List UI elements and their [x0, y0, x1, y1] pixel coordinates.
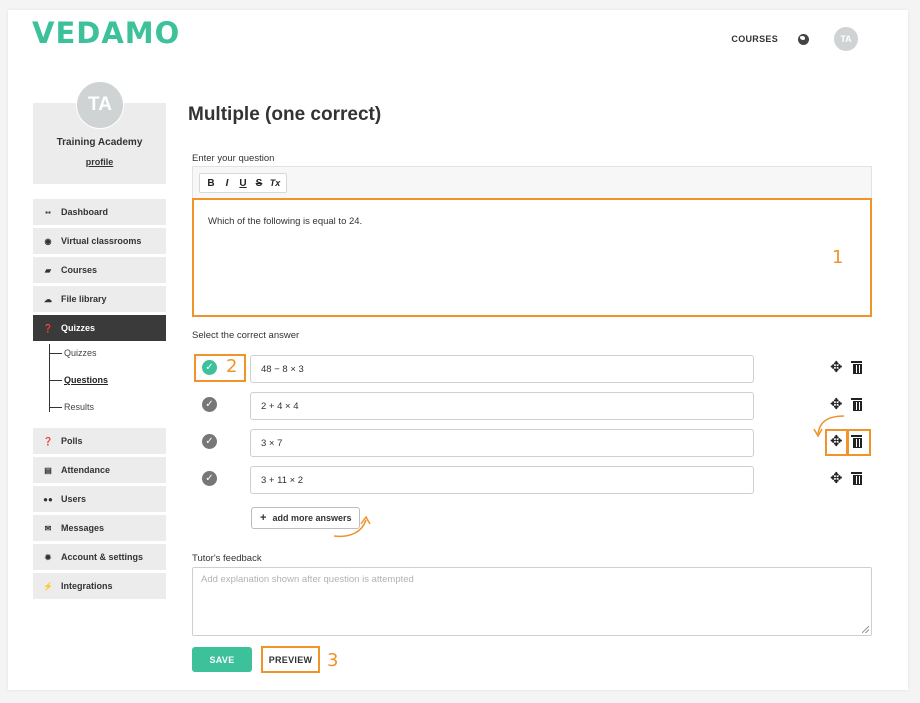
sidebar-item-polls[interactable]: ❓ Polls [33, 428, 166, 454]
sidebar-item-label: File library [61, 294, 107, 304]
cloud-upload-icon: ☁ [44, 294, 52, 304]
answer-row: ✓ 3 + 11 × 2 ✥ [192, 466, 872, 494]
sidebar-item-quizzes[interactable]: ❓ Quizzes [33, 315, 166, 341]
sidebar-item-integrations[interactable]: ⚡ Integrations [33, 573, 166, 599]
move-icon[interactable]: ✥ [830, 359, 843, 377]
italic-button[interactable]: I [219, 178, 235, 189]
annotation-marker-2: 2 [226, 356, 238, 377]
plug-icon: ⚡ [43, 581, 53, 591]
question-label: Enter your question [192, 153, 275, 164]
check-circle-icon[interactable]: ✓ [202, 397, 217, 412]
answer-row: ✓ 2 + 4 × 4 ✥ [192, 392, 872, 420]
sidebar-menu: ▪▪ Dashboard ◉ Virtual classrooms ▰ Cour… [33, 199, 166, 602]
annotation-marker-3: 3 [327, 650, 339, 671]
sidebar-item-messages[interactable]: ✉ Messages [33, 515, 166, 541]
gear-icon: ✹ [44, 552, 52, 562]
underline-button[interactable]: U [235, 178, 251, 189]
feedback-label: Tutor's feedback [192, 553, 262, 564]
sidebar-item-label: Attendance [61, 465, 111, 475]
sidebar-item-label: Account & settings [61, 552, 144, 562]
tutor-feedback-textarea[interactable] [192, 567, 872, 636]
sidebar-item-courses[interactable]: ▰ Courses [33, 257, 166, 283]
profile-link[interactable]: profile [33, 157, 166, 167]
sidebar-item-attendance[interactable]: ▤ Attendance [33, 457, 166, 483]
editor-toolbar: B I U S Tx [192, 166, 872, 198]
curved-arrow-icon [333, 515, 371, 538]
answer-input[interactable]: 2 + 4 × 4 [250, 392, 754, 420]
question-text: Which of the following is equal to 24. [208, 216, 363, 227]
answers-label: Select the correct answer [192, 330, 300, 341]
envelope-icon: ✉ [44, 523, 52, 533]
sidebar-item-dashboard[interactable]: ▪▪ Dashboard [33, 199, 166, 225]
virtual-classrooms-icon: ◉ [44, 236, 52, 246]
sidebar-item-virtual-classrooms[interactable]: ◉ Virtual classrooms [33, 228, 166, 254]
correct-answer-highlight [194, 354, 246, 382]
courses-nav-link[interactable]: COURSES [731, 34, 778, 44]
quizzes-submenu: Quizzes Questions Results [33, 344, 166, 425]
save-button[interactable]: SAVE [192, 647, 252, 672]
sidebar-item-label: Virtual classrooms [61, 236, 142, 246]
dashboard-icon: ▪▪ [45, 207, 51, 217]
format-button-group: B I U S Tx [199, 173, 287, 193]
trash-icon[interactable] [851, 398, 862, 411]
move-icon[interactable]: ✥ [830, 470, 843, 488]
bold-button[interactable]: B [203, 178, 219, 189]
sidebar-item-label: Messages [61, 523, 105, 533]
user-avatar[interactable]: TA [834, 27, 858, 51]
answer-input[interactable]: 3 × 7 [250, 429, 754, 457]
sidebar-item-label: Quizzes [61, 323, 96, 333]
answer-input[interactable]: 48 − 8 × 3 [250, 355, 754, 383]
check-circle-icon[interactable]: ✓ [202, 471, 217, 486]
submenu-item-quizzes[interactable]: Quizzes [49, 348, 97, 358]
profile-avatar: TA [76, 81, 124, 129]
curved-arrow-icon [813, 415, 845, 438]
clear-formatting-button[interactable]: Tx [267, 178, 283, 188]
trash-icon[interactable] [851, 361, 862, 374]
question-editor[interactable]: Which of the following is equal to 24. [192, 198, 872, 317]
check-circle-icon[interactable]: ✓ [202, 434, 217, 449]
globe-icon[interactable] [798, 33, 809, 45]
sidebar-item-label: Courses [61, 265, 98, 275]
document-icon: ▤ [44, 465, 52, 475]
answer-row: ✓ 3 × 7 ✥ [192, 429, 872, 457]
book-icon: ▰ [44, 265, 52, 275]
profile-name: Training Academy [56, 137, 143, 148]
profile-card: TA Training Academy profile [33, 81, 166, 184]
sidebar-item-file-library[interactable]: ☁ File library [33, 286, 166, 312]
users-icon: ●● [43, 494, 53, 504]
sidebar-item-label: Users [61, 494, 87, 504]
question-circle-icon: ❓ [43, 323, 53, 333]
sidebar-item-label: Polls [61, 436, 83, 446]
question-circle-icon: ❓ [43, 436, 53, 446]
preview-button[interactable]: PREVIEW [261, 646, 320, 673]
top-navigation: COURSES TA [731, 27, 858, 51]
answer-row: ✓ 48 − 8 × 3 ✥ [192, 355, 872, 383]
sidebar-item-users[interactable]: ●● Users [33, 486, 166, 512]
plus-icon: + [260, 512, 267, 524]
strikethrough-button[interactable]: S [251, 178, 267, 189]
sidebar-item-account-settings[interactable]: ✹ Account & settings [33, 544, 166, 570]
sidebar-item-label: Dashboard [61, 207, 109, 217]
submenu-item-results[interactable]: Results [49, 402, 94, 412]
submenu-item-questions[interactable]: Questions [49, 375, 108, 385]
page-title: Multiple (one correct) [188, 104, 382, 125]
resize-handle-icon[interactable] [862, 626, 869, 633]
trash-icon-highlight [847, 429, 871, 456]
annotation-marker-1: 1 [832, 247, 844, 268]
vedamo-logo[interactable]: VEDAMO [32, 16, 180, 50]
trash-icon[interactable] [851, 472, 862, 485]
answer-input[interactable]: 3 + 11 × 2 [250, 466, 754, 494]
sidebar-item-label: Integrations [61, 581, 113, 591]
